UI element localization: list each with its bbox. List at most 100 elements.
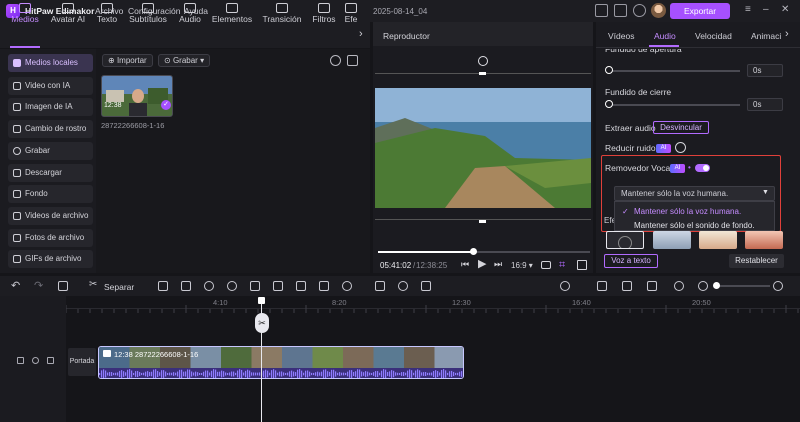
- fade-out-slider[interactable]: [610, 104, 740, 106]
- track-visibility-icon[interactable]: [32, 357, 39, 364]
- avatar[interactable]: [651, 3, 666, 18]
- minimize-icon[interactable]: –: [763, 4, 769, 15]
- playhead-handle[interactable]: [258, 297, 265, 304]
- menu-icon[interactable]: ≡: [745, 4, 751, 15]
- next-frame-icon[interactable]: ⏭: [494, 259, 502, 270]
- text-ai-icon[interactable]: [375, 281, 385, 291]
- shield-icon[interactable]: [158, 281, 168, 291]
- tab-filtros[interactable]: Filtros: [309, 0, 339, 26]
- check-icon: ✓: [161, 100, 171, 110]
- mirror-icon[interactable]: [296, 281, 306, 291]
- prev-frame-icon[interactable]: ⏮: [461, 259, 469, 270]
- nav-imagen-ia[interactable]: Imagen de IA: [8, 98, 93, 116]
- record-dropdown[interactable]: ⊙ Grabar ▾: [158, 54, 211, 67]
- tab-audio-props[interactable]: Audio: [654, 31, 676, 41]
- tab-videos[interactable]: Vídeos: [608, 31, 634, 41]
- play-icon[interactable]: ▶: [478, 257, 486, 270]
- search-icon[interactable]: [330, 55, 341, 66]
- fit-icon[interactable]: [674, 281, 684, 291]
- voice-effect-3[interactable]: [745, 231, 783, 249]
- nav-videos-archivo[interactable]: Videos de archivo: [8, 207, 93, 225]
- crop-handle-top[interactable]: [479, 72, 486, 75]
- microphone-icon[interactable]: [560, 281, 570, 291]
- download-circle-icon[interactable]: [675, 142, 686, 153]
- scissors-icon[interactable]: ✂: [89, 279, 97, 290]
- cover-button[interactable]: Portada: [68, 348, 96, 376]
- message-icon[interactable]: [595, 4, 608, 17]
- tab-elementos[interactable]: Elementos: [209, 0, 255, 26]
- nav-descargar[interactable]: Descargar: [8, 164, 93, 182]
- option-keep-background[interactable]: Mantener sólo el sonido de fondo.: [634, 221, 755, 230]
- nav-grabar[interactable]: Grabar: [8, 142, 93, 160]
- tab-avatar-ai[interactable]: Avatar AI: [48, 0, 88, 26]
- track-lock-icon[interactable]: [17, 357, 24, 364]
- timer-icon[interactable]: [204, 281, 214, 291]
- import-button[interactable]: ⊕ Importar: [102, 54, 153, 67]
- fade-out-input[interactable]: 0s: [747, 98, 783, 111]
- text-box-icon[interactable]: [181, 281, 191, 291]
- zoom-in-icon[interactable]: [773, 281, 783, 291]
- fade-in-input[interactable]: 0s: [747, 64, 783, 77]
- color-icon[interactable]: [342, 281, 352, 291]
- rotate-icon[interactable]: [478, 56, 488, 66]
- voice-effect-2[interactable]: [699, 231, 737, 249]
- progress-knob[interactable]: [470, 248, 477, 255]
- voice-effect-none[interactable]: [606, 231, 644, 249]
- zoom-out-icon[interactable]: [698, 281, 708, 291]
- freeze-icon[interactable]: [319, 281, 329, 291]
- crop-tool-icon[interactable]: [250, 281, 260, 291]
- tab-velocidad[interactable]: Velocidad: [695, 31, 732, 41]
- crop-icon[interactable]: ⌗: [559, 259, 565, 272]
- camera-icon[interactable]: [541, 261, 551, 269]
- undo-icon[interactable]: ↶: [11, 279, 20, 292]
- nav-video-ia[interactable]: Video con IA: [8, 77, 93, 95]
- tab-texto[interactable]: Texto: [91, 0, 123, 26]
- tab-medios[interactable]: Medios: [6, 0, 44, 26]
- fade-in-knob[interactable]: [605, 66, 613, 74]
- reset-button[interactable]: Restablecer: [729, 254, 784, 268]
- unlink-button[interactable]: Desvincular: [653, 121, 709, 134]
- tab-transicion[interactable]: Transición: [259, 0, 305, 26]
- speech-to-text-button[interactable]: Voz a texto: [604, 254, 658, 268]
- nav-fondo[interactable]: Fondo: [8, 185, 93, 203]
- sort-icon[interactable]: [347, 55, 358, 66]
- track-audio-icon[interactable]: [47, 357, 54, 364]
- option-keep-voice[interactable]: Mantener sólo la voz humana.: [634, 207, 741, 216]
- zoom-knob[interactable]: [713, 282, 720, 289]
- media-thumbnail[interactable]: [101, 75, 173, 117]
- shop-icon[interactable]: [614, 4, 627, 17]
- fullscreen-icon[interactable]: [577, 260, 587, 270]
- chevron-right-icon[interactable]: ›: [359, 28, 363, 40]
- nav-cambio-rostro[interactable]: Cambio de rostro: [8, 120, 93, 138]
- zoom-slider[interactable]: [714, 285, 770, 287]
- fade-in-slider[interactable]: [610, 70, 740, 72]
- avatar-tool-icon[interactable]: [398, 281, 408, 291]
- split-button[interactable]: Separar: [104, 282, 134, 292]
- tab-efectos[interactable]: Efe: [343, 0, 359, 26]
- chevron-down-icon[interactable]: ▼: [762, 189, 769, 196]
- link-icon[interactable]: [597, 281, 607, 291]
- nav-medios-locales[interactable]: Medios locales: [8, 54, 93, 72]
- fade-out-knob[interactable]: [605, 100, 613, 108]
- chevron-right-icon[interactable]: ›: [785, 28, 789, 40]
- nav-fotos-archivo[interactable]: Fotos de archivo: [8, 229, 93, 247]
- close-icon[interactable]: ✕: [781, 4, 789, 15]
- export-button[interactable]: Exportar: [670, 3, 730, 19]
- voice-effect-1[interactable]: [653, 231, 691, 249]
- aspect-ratio-select[interactable]: 16:9 ▾: [511, 261, 533, 270]
- tab-subtitulos[interactable]: Subtítulos: [126, 0, 170, 26]
- playhead-split-icon[interactable]: ✂: [255, 313, 269, 333]
- rotate-tool-icon[interactable]: [273, 281, 283, 291]
- snap-icon[interactable]: [622, 281, 632, 291]
- vocal-mode-select[interactable]: Mantener sólo la voz humana.: [614, 186, 775, 201]
- export-clip-icon[interactable]: [421, 281, 431, 291]
- redo-icon[interactable]: ↷: [34, 279, 43, 292]
- nav-gifs-archivo[interactable]: GIFs de archivo: [8, 250, 93, 268]
- crop-handle-bottom[interactable]: [479, 220, 486, 223]
- delete-icon[interactable]: [58, 281, 68, 291]
- speed-icon[interactable]: [227, 281, 237, 291]
- unlink-icon[interactable]: [647, 281, 657, 291]
- download-icon[interactable]: [633, 4, 646, 17]
- tab-animacion[interactable]: Animación: [751, 31, 781, 41]
- tab-audio[interactable]: Audio: [174, 0, 206, 26]
